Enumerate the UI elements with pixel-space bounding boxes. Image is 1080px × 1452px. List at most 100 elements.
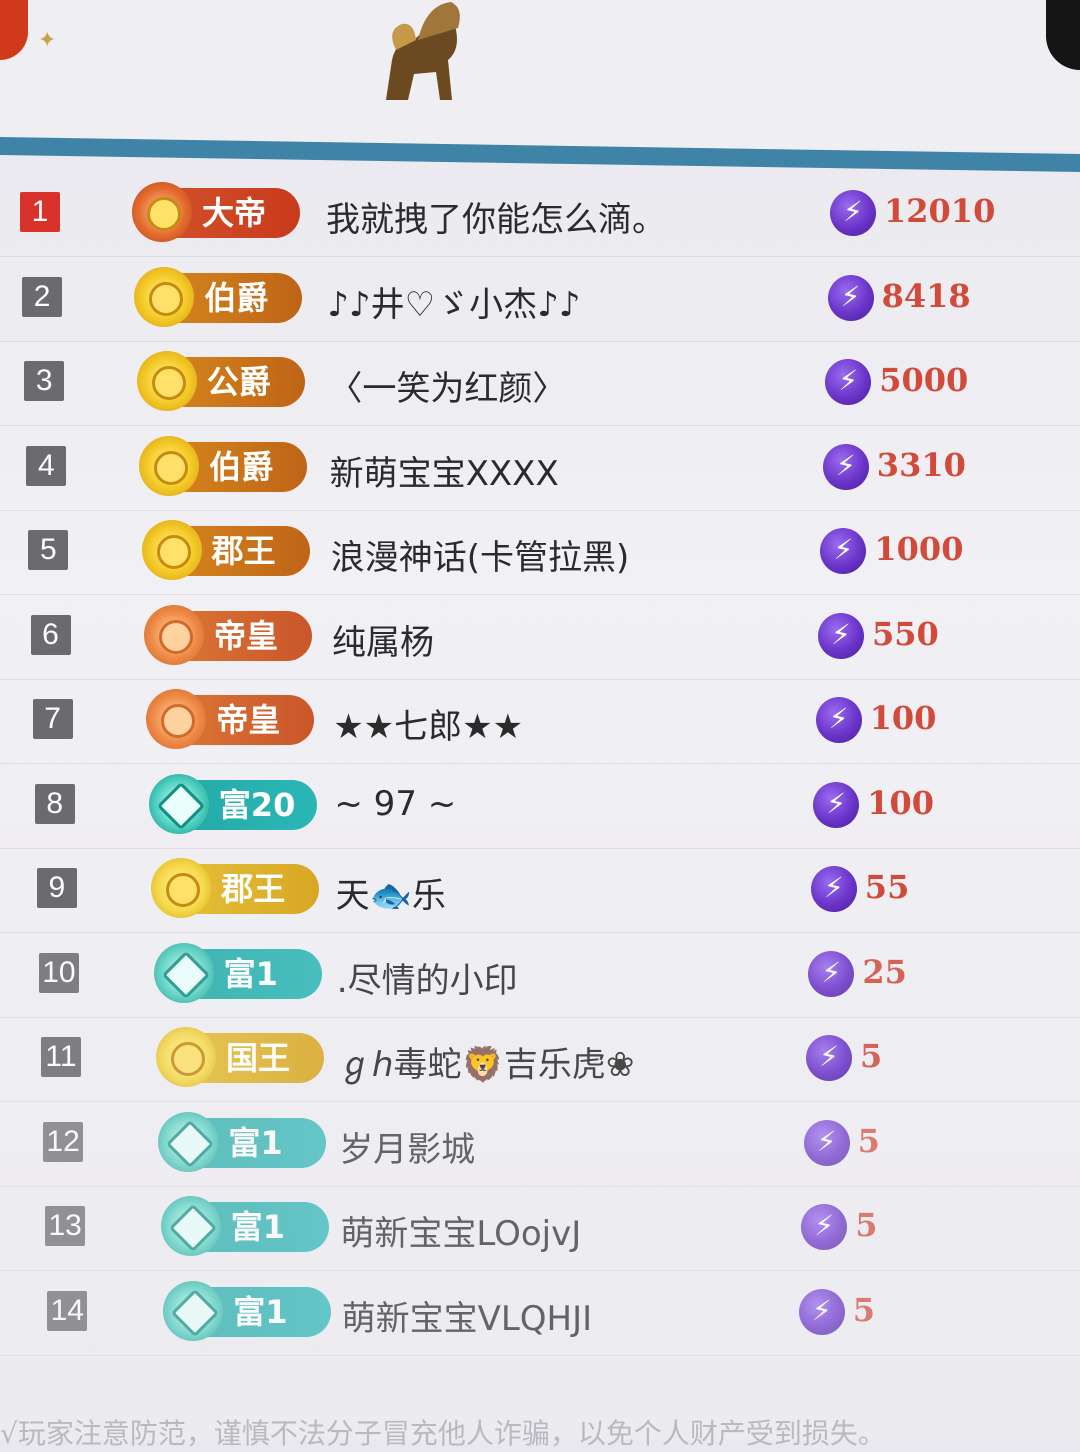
badge-label: 郡王 [211,532,276,570]
player-name[interactable]: ℊℎ毒蛇🦁吉乐虎❀ [338,1037,634,1086]
score-value: 3310 [876,445,966,484]
device-corner [1046,0,1080,70]
leaderboard-row[interactable]: 7 帝皇 ★★七郎★★ 100 [0,677,1080,764]
rank-number: 4 [26,445,67,486]
player-name[interactable]: .尽情的小印 [337,953,518,1002]
rank-number: 12 [43,1121,84,1162]
score-value: 12010 [884,192,996,230]
badge-label: 伯爵 [204,278,269,317]
lightning-coin-icon [801,1204,848,1250]
player-name[interactable]: 浪漫神话(卡管拉黑) [331,530,630,579]
rank-number: 11 [41,1037,81,1077]
score-value: 5 [855,1206,878,1244]
player-name[interactable]: 〈一笑为红颜〉 [328,361,566,410]
leaderboard-row[interactable]: 5 郡王 浪漫神话(卡管拉黑) 1000 [0,508,1080,595]
leaderboard-row[interactable]: 11 国王 ℊℎ毒蛇🦁吉乐虎❀ 5 [0,1015,1080,1102]
medal-icon [141,520,202,580]
player-name[interactable]: 纯属杨 [332,615,434,664]
winged-lion-icon [386,2,460,101]
medal-icon [163,1280,224,1341]
medal-icon [134,266,195,327]
player-name[interactable]: 我就拽了你能怎么滴。 [326,192,666,241]
header-banner: ✦ [0,0,1080,150]
score-value: 5 [860,1037,883,1075]
badge-label: 帝皇 [214,616,279,655]
lightning-coin-icon [806,1035,852,1081]
leaderboard-row[interactable]: 3 公爵 〈一笑为红颜〉 5000 [0,339,1080,426]
medal-icon [160,1196,221,1256]
badge-label: 富1 [230,1208,286,1246]
score-value: 550 [872,614,939,653]
leaderboard-row[interactable]: 2 伯爵 ♪♪井♡ゞ小杰♪♪ 8418 [0,255,1080,342]
leaderboard-row[interactable]: 12 富1 岁月影城 5 [0,1100,1080,1187]
leaderboard-row[interactable]: 10 富1 .尽情的小印 25 [0,931,1080,1018]
rank-number: 14 [47,1290,88,1331]
rank-title-badge: 富1 [153,942,322,1003]
rank-title-badge: 帝皇 [146,689,315,749]
lightning-coin-icon [803,1119,850,1166]
badge-label: 国王 [226,1039,291,1077]
rank-title-badge: 大帝 [132,182,300,242]
player-name[interactable]: 天🐟乐 [336,868,446,917]
medal-icon [148,773,209,834]
rank-number: 7 [32,699,73,739]
lightning-coin-icon [815,697,862,743]
leaderboard-row[interactable]: 1 大帝 我就拽了你能怎么滴。 12010 [0,170,1080,257]
leaderboard-row[interactable]: 8 富20 ~ 97 ~ 100 [0,762,1080,849]
medal-icon [158,1111,219,1172]
badge-label: 富20 [218,785,296,824]
rank-title-badge: 帝皇 [144,604,312,665]
leaderboard-row[interactable]: 14 富1 萌新宝宝VLQHJI 5 [0,1269,1080,1356]
leaderboard-row[interactable]: 9 郡王 天🐟乐 55 [0,846,1080,933]
rank-number: 9 [36,868,77,908]
lightning-coin-icon [825,359,872,405]
badge-label: 富1 [228,1123,283,1162]
badge-label: 郡王 [221,870,286,908]
medal-icon [151,858,212,918]
score-value: 1000 [874,530,964,568]
badge-label: 公爵 [206,363,271,401]
sparkle-icon: ✦ [38,28,57,53]
badge-label: 富1 [223,954,278,993]
rank-title-badge: 伯爵 [139,435,308,496]
rank-number: 6 [30,614,71,655]
player-name[interactable]: ★★七郎★★ [333,699,523,748]
corner-ribbon [0,0,28,60]
leaderboard-row[interactable]: 13 富1 萌新宝宝LOojvJ 5 [0,1184,1080,1271]
lightning-coin-icon [827,274,874,321]
rank-title-badge: 国王 [156,1027,324,1087]
lightning-coin-icon [830,190,876,236]
player-name[interactable]: ~ 97 ~ [334,784,456,824]
player-name[interactable]: ♪♪井♡ゞ小杰♪♪ [327,277,580,326]
medal-icon [136,351,197,411]
lightning-coin-icon [813,781,860,828]
rank-number: 13 [45,1206,86,1246]
score-value: 5 [857,1121,880,1160]
rank-title-badge: 郡王 [141,520,310,580]
medal-icon [144,604,204,665]
lightning-coin-icon [818,612,864,659]
lightning-coin-icon [820,528,867,574]
medal-icon [139,435,200,496]
player-name[interactable]: 萌新宝宝VLQHJI [342,1291,593,1340]
rank-title-badge: 伯爵 [134,266,303,327]
lightning-coin-icon [808,950,855,997]
lightning-coin-icon [810,866,857,912]
player-name[interactable]: 新萌宝宝XXXX [330,446,559,495]
rank-number: 1 [20,192,60,232]
badge-label: 帝皇 [216,701,281,739]
score-value: 100 [867,783,934,822]
score-value: 100 [869,699,937,737]
leaderboard-row[interactable]: 6 帝皇 纯属杨 550 [0,593,1080,680]
player-name[interactable]: 岁月影城 [339,1122,475,1171]
rank-title-badge: 富1 [158,1111,327,1172]
rank-title-badge: 富1 [163,1280,332,1341]
rank-number: 5 [28,530,69,570]
leaderboard-row[interactable]: 4 伯爵 新萌宝宝XXXX 3310 [0,424,1080,511]
badge-label: 大帝 [202,194,267,232]
medal-icon [153,942,214,1003]
lightning-coin-icon [798,1288,845,1335]
rank-number: 10 [38,952,79,993]
medal-icon [156,1027,216,1087]
player-name[interactable]: 萌新宝宝LOojvJ [340,1206,581,1255]
